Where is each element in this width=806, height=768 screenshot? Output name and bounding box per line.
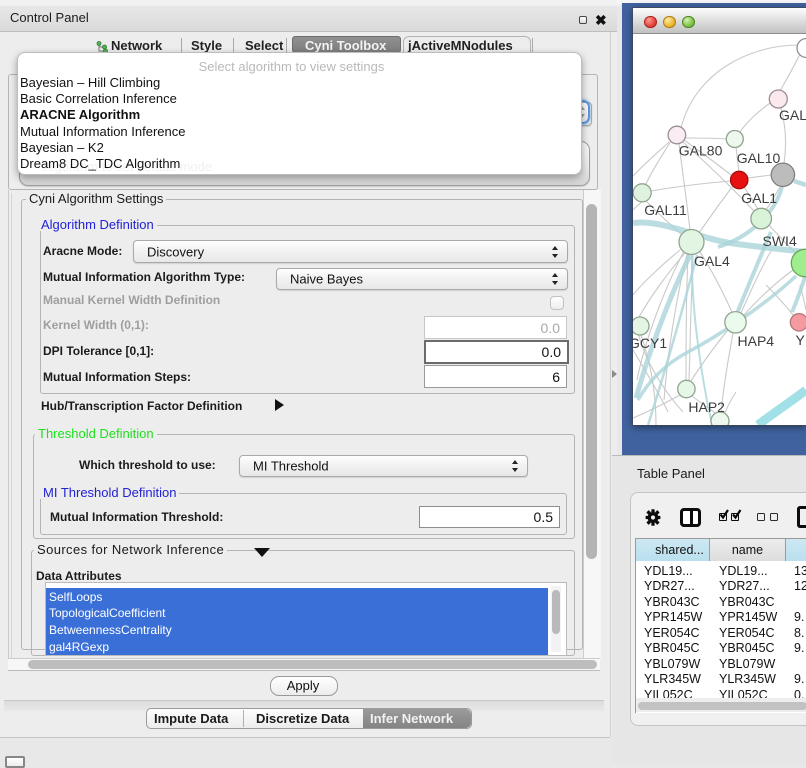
svg-text:Y: Y (796, 332, 806, 348)
svg-text:HAP4: HAP4 (738, 333, 775, 349)
svg-text:GCY1: GCY1 (633, 335, 667, 351)
svg-text:HAP2: HAP2 (688, 399, 725, 415)
svg-text:GAL80: GAL80 (679, 143, 723, 159)
svg-text:GAL: GAL (779, 107, 806, 123)
svg-text:GAL4: GAL4 (694, 253, 730, 269)
svg-text:SWI4: SWI4 (763, 233, 797, 249)
svg-text:GAL1: GAL1 (741, 190, 777, 206)
svg-text:GAL11: GAL11 (644, 202, 687, 218)
svg-text:GAL10: GAL10 (737, 150, 781, 166)
